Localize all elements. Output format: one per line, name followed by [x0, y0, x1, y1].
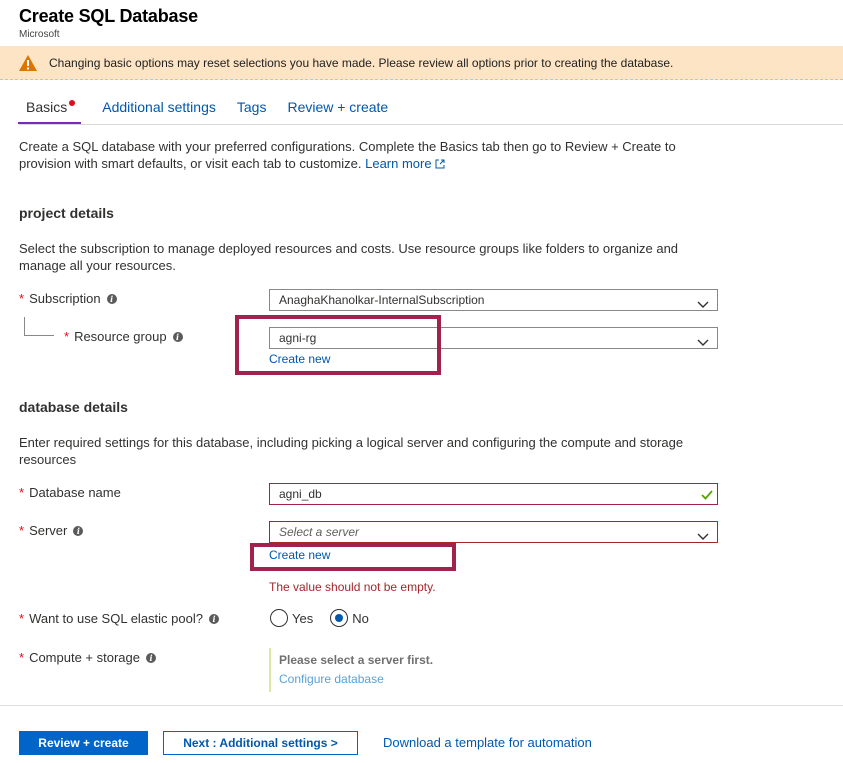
tab-divider	[19, 124, 843, 125]
server-placeholder: Select a server	[279, 525, 360, 539]
radio-no[interactable]	[330, 609, 349, 627]
configure-database-link[interactable]: Configure database	[279, 672, 384, 686]
server-label-text: Server	[29, 523, 68, 538]
project-details-heading: project details	[19, 205, 114, 221]
intro-description: Create a SQL database with your preferre…	[19, 139, 676, 171]
required-marker: *	[64, 329, 70, 344]
database-name-label-text: Database name	[29, 485, 121, 500]
tab-basics-label: Basics	[26, 99, 68, 115]
chevron-down-icon	[697, 295, 709, 315]
chevron-down-icon	[697, 527, 709, 547]
external-link-icon[interactable]	[435, 156, 445, 173]
server-error-message: The value should not be empty.	[269, 580, 436, 594]
highlight-box-resource-group	[235, 315, 441, 375]
tab-bar: Basics Additional settings Tags Review +…	[18, 99, 409, 124]
database-details-description: Enter required settings for this databas…	[19, 435, 684, 467]
resource-group-label: * Resource group i	[64, 329, 183, 344]
learn-more-link[interactable]: Learn more	[365, 156, 431, 171]
radio-yes[interactable]	[270, 609, 288, 627]
elastic-pool-label: * Want to use SQL elastic pool? i	[19, 611, 219, 626]
resource-group-label-text: Resource group	[74, 329, 167, 344]
compute-storage-label: * Compute + storage i	[19, 650, 156, 665]
info-icon[interactable]: i	[146, 652, 156, 663]
info-icon[interactable]: i	[172, 331, 183, 342]
error-dot-icon	[69, 100, 76, 106]
download-template-link[interactable]: Download a template for automation	[383, 735, 592, 750]
highlight-box-server	[250, 543, 456, 571]
database-name-input[interactable]: agni_db	[269, 483, 718, 505]
required-marker: *	[19, 650, 25, 665]
compute-storage-label-text: Compute + storage	[29, 650, 140, 665]
info-icon[interactable]: i	[208, 613, 219, 624]
tree-connector-vertical	[24, 317, 25, 335]
elastic-pool-no-option[interactable]: No	[330, 609, 369, 627]
footer-divider	[0, 705, 843, 706]
warning-icon	[18, 54, 38, 72]
page-subtitle: Microsoft	[19, 29, 60, 40]
warning-text: Changing basic options may reset selecti…	[49, 55, 674, 70]
project-details-description: Select the subscription to manage deploy…	[19, 241, 679, 273]
checkmark-icon	[701, 487, 713, 507]
subscription-label: * Subscription i	[19, 291, 117, 306]
required-marker: *	[19, 485, 25, 500]
compute-storage-box: Please select a server first. Configure …	[269, 648, 569, 692]
review-create-button[interactable]: Review + create	[19, 731, 148, 755]
elastic-pool-yes-option[interactable]: Yes	[270, 609, 313, 627]
chevron-down-icon	[697, 333, 709, 353]
tab-additional-settings[interactable]: Additional settings	[102, 99, 216, 124]
compute-storage-message: Please select a server first.	[279, 653, 434, 667]
server-label: * Server i	[19, 523, 84, 538]
radio-yes-label: Yes	[292, 610, 314, 626]
database-name-label: * Database name	[19, 485, 121, 500]
tree-connector-horizontal	[24, 335, 54, 336]
elastic-pool-label-text: Want to use SQL elastic pool?	[29, 611, 203, 626]
elastic-pool-radio-group: Yes No	[270, 609, 386, 627]
tab-review-create[interactable]: Review + create	[287, 99, 388, 124]
required-marker: *	[19, 523, 25, 538]
info-icon[interactable]: i	[73, 525, 84, 536]
subscription-label-text: Subscription	[29, 291, 101, 306]
radio-no-label: No	[352, 610, 369, 626]
warning-banner: Changing basic options may reset selecti…	[0, 46, 843, 80]
tab-basics[interactable]: Basics	[18, 99, 82, 124]
required-marker: *	[19, 291, 25, 306]
database-name-value: agni_db	[279, 487, 322, 501]
server-select[interactable]: Select a server	[269, 521, 718, 543]
info-icon[interactable]: i	[106, 293, 117, 304]
subscription-value: AnaghaKhanolkar-InternalSubscription	[279, 293, 485, 307]
subscription-select[interactable]: AnaghaKhanolkar-InternalSubscription	[269, 289, 718, 311]
intro-text: Create a SQL database with your preferre…	[19, 138, 699, 173]
database-details-heading: database details	[19, 399, 128, 415]
tab-tags[interactable]: Tags	[237, 99, 267, 124]
next-additional-settings-button[interactable]: Next : Additional settings >	[163, 731, 358, 755]
page-title: Create SQL Database	[19, 6, 198, 26]
required-marker: *	[19, 611, 25, 626]
